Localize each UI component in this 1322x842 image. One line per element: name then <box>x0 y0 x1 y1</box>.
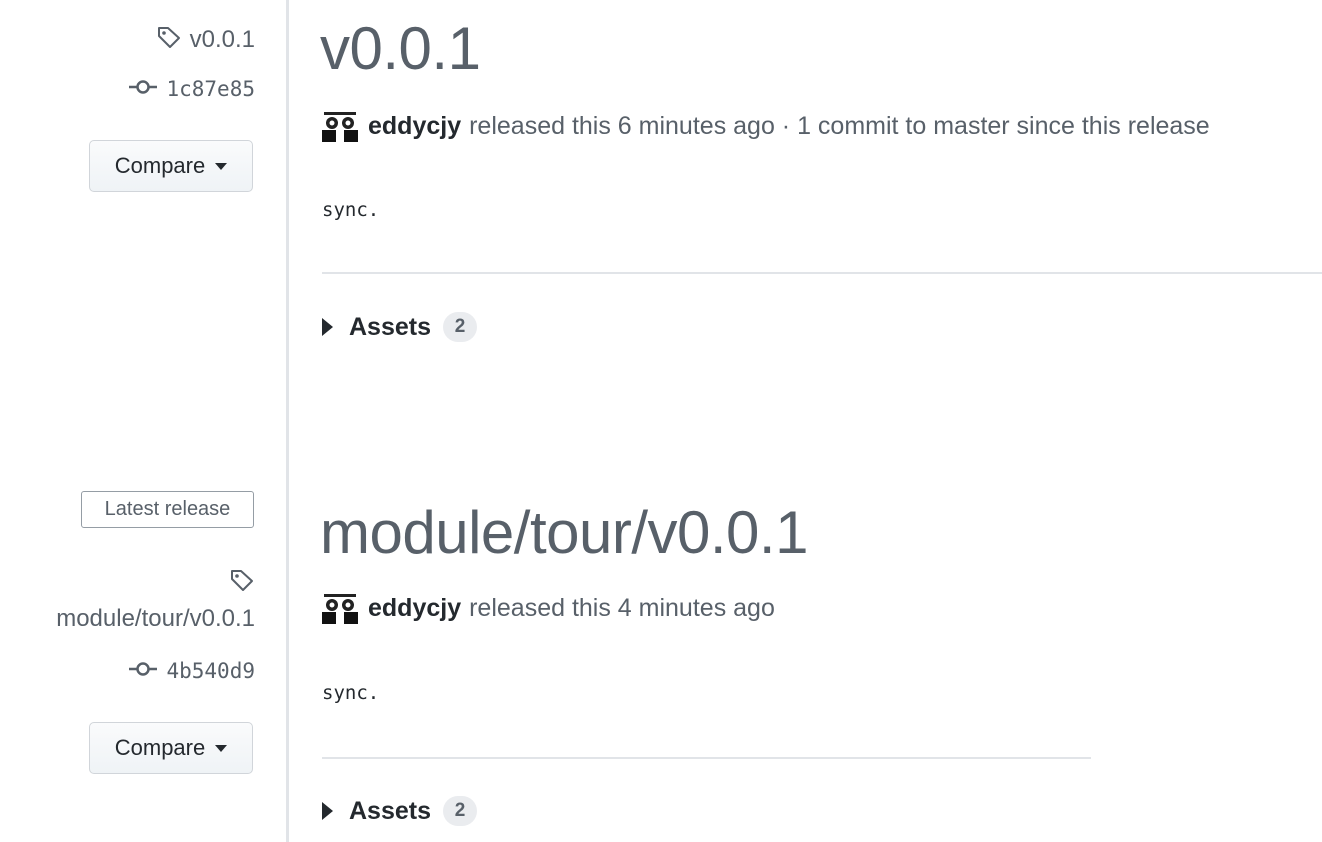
release-commit-row[interactable]: 4b540d9 <box>128 659 255 683</box>
release-meta: released this 4 minutes ago <box>469 593 775 622</box>
assets-toggle[interactable]: Assets 2 <box>322 312 477 342</box>
tag-icon <box>156 25 182 54</box>
release-meta: released this 6 minutes ago · 1 commit t… <box>469 111 1210 140</box>
release-byline: eddycjy released this 6 minutes ago · 1 … <box>322 110 1210 142</box>
release-commit-row[interactable]: 1c87e85 <box>128 77 255 101</box>
release-tag-label[interactable]: v0.0.1 <box>190 26 255 54</box>
git-commit-icon <box>128 78 158 101</box>
caret-down-icon <box>215 162 228 170</box>
assets-label: Assets <box>349 796 431 825</box>
avatar[interactable] <box>322 110 358 142</box>
assets-count-badge: 2 <box>443 796 477 826</box>
timeline-divider <box>286 0 289 842</box>
avatar[interactable] <box>322 592 358 624</box>
assets-count-badge: 2 <box>443 312 477 342</box>
triangle-right-icon <box>322 318 333 336</box>
release-byline: eddycjy released this 4 minutes ago <box>322 592 775 624</box>
author-link[interactable]: eddycjy <box>368 112 461 141</box>
caret-down-icon <box>215 744 228 752</box>
releases-page: v0.0.1 1c87e85 Compare v0.0.1 eddycjy re… <box>0 0 1322 842</box>
tag-icon <box>229 568 255 597</box>
commit-sha[interactable]: 4b540d9 <box>166 659 255 683</box>
commit-sha[interactable]: 1c87e85 <box>166 77 255 101</box>
release-tag-label[interactable]: module/tour/v0.0.1 <box>56 605 255 633</box>
release-body: sync. <box>322 199 380 221</box>
latest-release-badge: Latest release <box>81 491 254 528</box>
section-divider <box>322 757 1091 759</box>
compare-button[interactable]: Compare <box>89 722 253 774</box>
release-tag-row[interactable]: v0.0.1 <box>156 25 255 54</box>
assets-toggle[interactable]: Assets 2 <box>322 796 477 826</box>
author-link[interactable]: eddycjy <box>368 594 461 623</box>
release-title[interactable]: module/tour/v0.0.1 <box>320 498 808 567</box>
triangle-right-icon <box>322 802 333 820</box>
release-body: sync. <box>322 682 380 704</box>
git-commit-icon <box>128 660 158 683</box>
section-divider <box>322 272 1322 274</box>
compare-button-label: Compare <box>114 153 206 178</box>
assets-label: Assets <box>349 312 431 341</box>
compare-button[interactable]: Compare <box>89 140 253 192</box>
compare-button-label: Compare <box>114 735 206 760</box>
release-title[interactable]: v0.0.1 <box>320 14 481 83</box>
